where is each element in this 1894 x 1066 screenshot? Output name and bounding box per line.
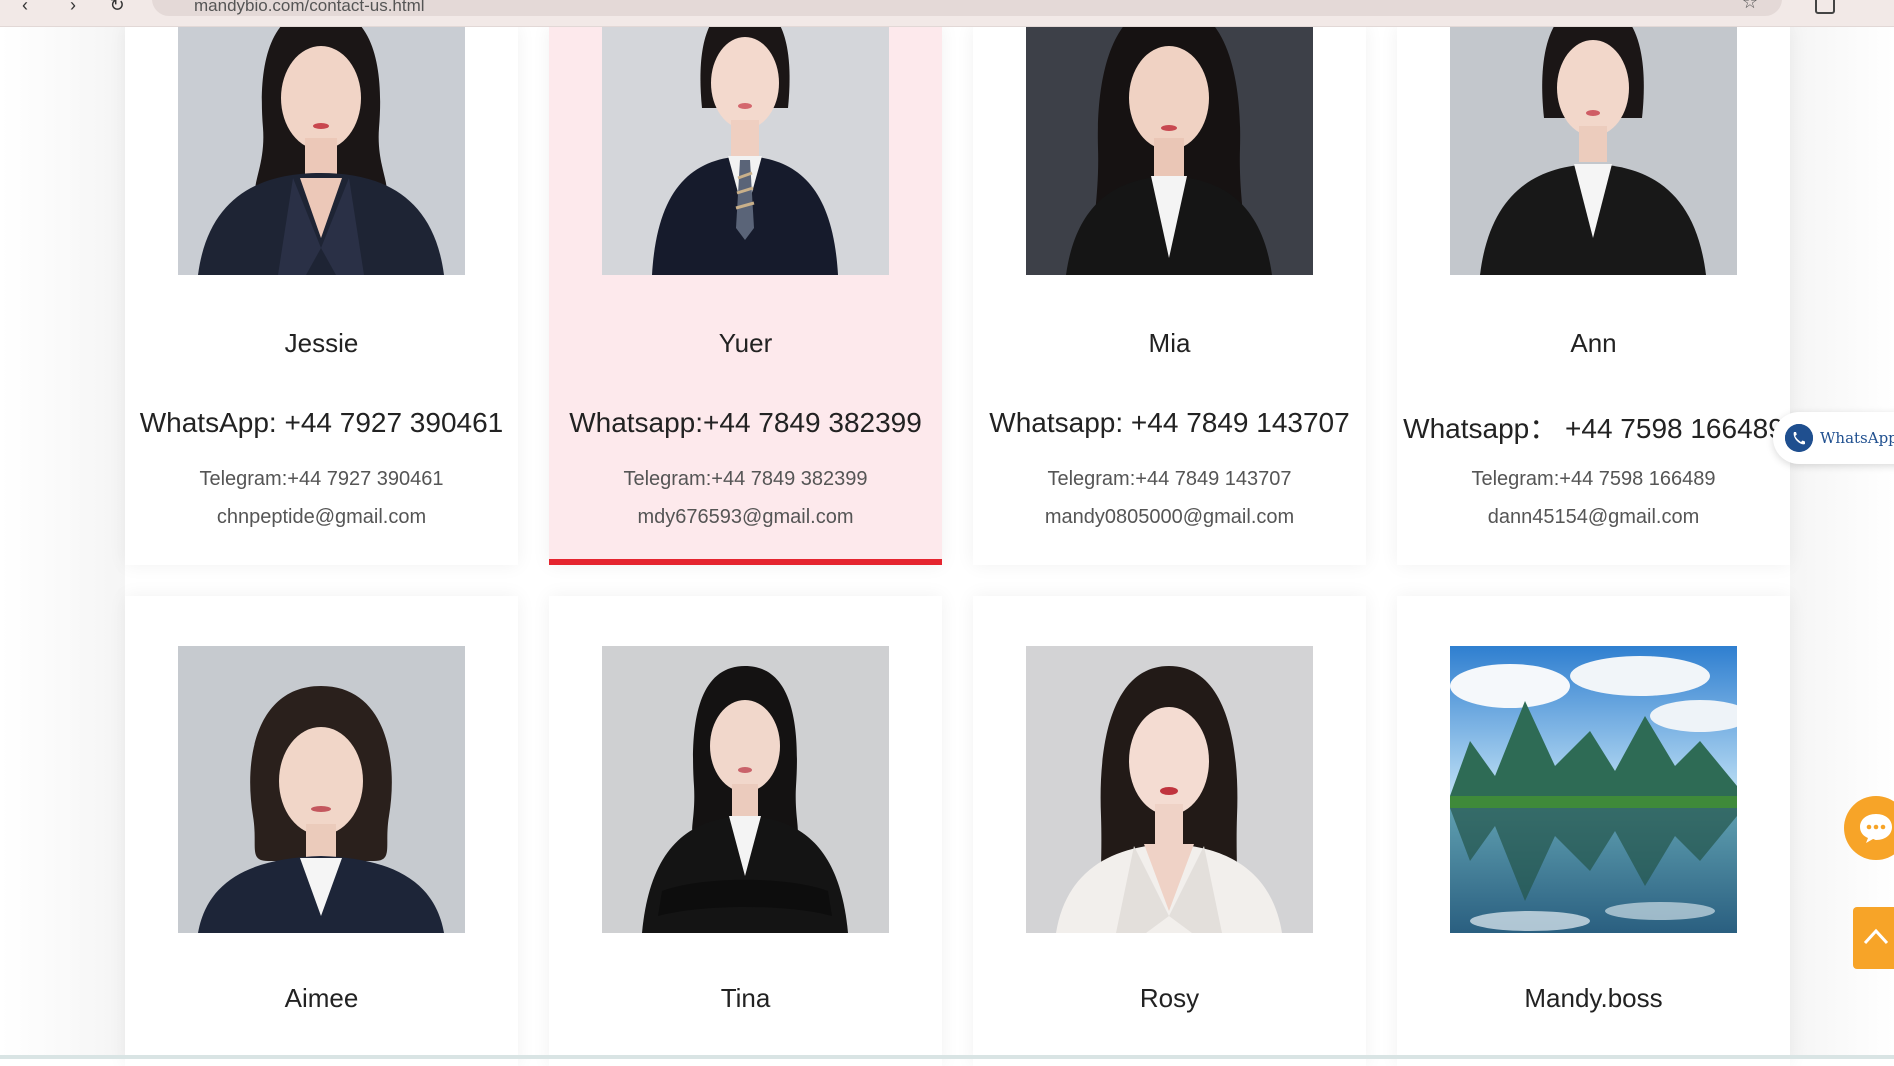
team-member-name: Aimee [284,983,359,1013]
chat-bubble-icon [1860,814,1892,843]
team-photo [178,646,465,933]
portrait-photo-yuer [602,0,889,275]
whatsapp-number[interactable]: Whatsapp： +44 7598 166489 [1382,407,1805,447]
portrait-photo-aimee [178,646,465,933]
team-card-aimee[interactable]: Aimee [125,596,518,1066]
page-margin-left [0,26,125,1059]
forward-arrow-icon[interactable]: › [62,0,84,16]
whatsapp-label: WhatsApp [1820,429,1894,447]
email-address[interactable]: chnpeptide@gmail.com [125,506,518,529]
team-card-ann[interactable]: Ann Whatsapp： +44 7598 166489 Telegram:+… [1397,0,1790,565]
browser-toolbar: ‹ › ↻ mandybio.com/contact-us.html ☆ [0,0,1894,27]
telegram-number[interactable]: Telegram:+44 7849 143707 [973,468,1366,491]
active-card-underline [549,559,942,565]
team-member-name: Rosy [1139,983,1200,1013]
url-text: mandybio.com/contact-us.html [194,0,425,15]
team-card-mandy-boss[interactable]: Mandy.boss [1397,596,1790,1066]
telegram-number[interactable]: Telegram:+44 7598 166489 [1397,468,1790,491]
contact-page: Jessie WhatsApp: +44 7927 390461 Telegra… [0,0,1894,1066]
portrait-photo-mia [1026,0,1313,275]
whatsapp-number[interactable]: Whatsapp: +44 7849 143707 [958,407,1381,439]
portrait-photo-jessie [178,0,465,275]
team-card-yuer[interactable]: Yuer Whatsapp:+44 7849 382399 Telegram:+… [549,0,942,565]
team-card-jessie[interactable]: Jessie WhatsApp: +44 7927 390461 Telegra… [125,0,518,565]
team-photo [602,0,889,275]
telegram-number[interactable]: Telegram:+44 7849 382399 [549,468,942,491]
team-member-name: Mia [1148,328,1191,358]
whatsapp-number[interactable]: WhatsApp: +44 7927 390461 [110,407,533,439]
whatsapp-number[interactable]: Whatsapp:+44 7849 382399 [534,407,957,439]
chevron-up-icon [1863,928,1889,945]
telegram-number[interactable]: Telegram:+44 7927 390461 [125,468,518,491]
whatsapp-phone-icon [1785,424,1813,452]
team-photo [1026,0,1313,275]
portrait-photo-ann [1450,0,1737,275]
email-address[interactable]: mdy676593@gmail.com [549,506,942,529]
email-address[interactable]: dann45154@gmail.com [1397,506,1790,529]
extensions-icon[interactable] [1815,0,1835,14]
back-arrow-icon[interactable]: ‹ [14,0,36,16]
team-card-rosy[interactable]: Rosy [973,596,1366,1066]
page-bottom-border [0,1055,1894,1059]
team-photo [1450,646,1737,933]
team-card-tina[interactable]: Tina [549,596,942,1066]
email-address[interactable]: mandy0805000@gmail.com [973,506,1366,529]
page-margin-right [1790,26,1894,1059]
back-to-top-button[interactable] [1853,907,1894,969]
address-bar[interactable]: mandybio.com/contact-us.html ☆ [152,0,1782,16]
team-member-name: Jessie [284,328,359,358]
team-member-name: Ann [1570,328,1617,358]
team-member-name: Tina [720,983,771,1013]
portrait-photo-tina [602,646,889,933]
portrait-photo-rosy [1026,646,1313,933]
team-member-name: Yuer [718,328,773,358]
team-photo [1450,0,1737,275]
team-photo [1026,646,1313,933]
team-card-mia[interactable]: Mia Whatsapp: +44 7849 143707 Telegram:+… [973,0,1366,565]
reload-icon[interactable]: ↻ [106,0,128,16]
team-member-name: Mandy.boss [1524,983,1663,1013]
landscape-photo-mandy-boss [1450,646,1737,933]
bookmark-star-icon[interactable]: ☆ [1742,0,1758,13]
team-photo [178,0,465,275]
team-photo [602,646,889,933]
whatsapp-float-button[interactable]: WhatsApp [1773,412,1894,464]
